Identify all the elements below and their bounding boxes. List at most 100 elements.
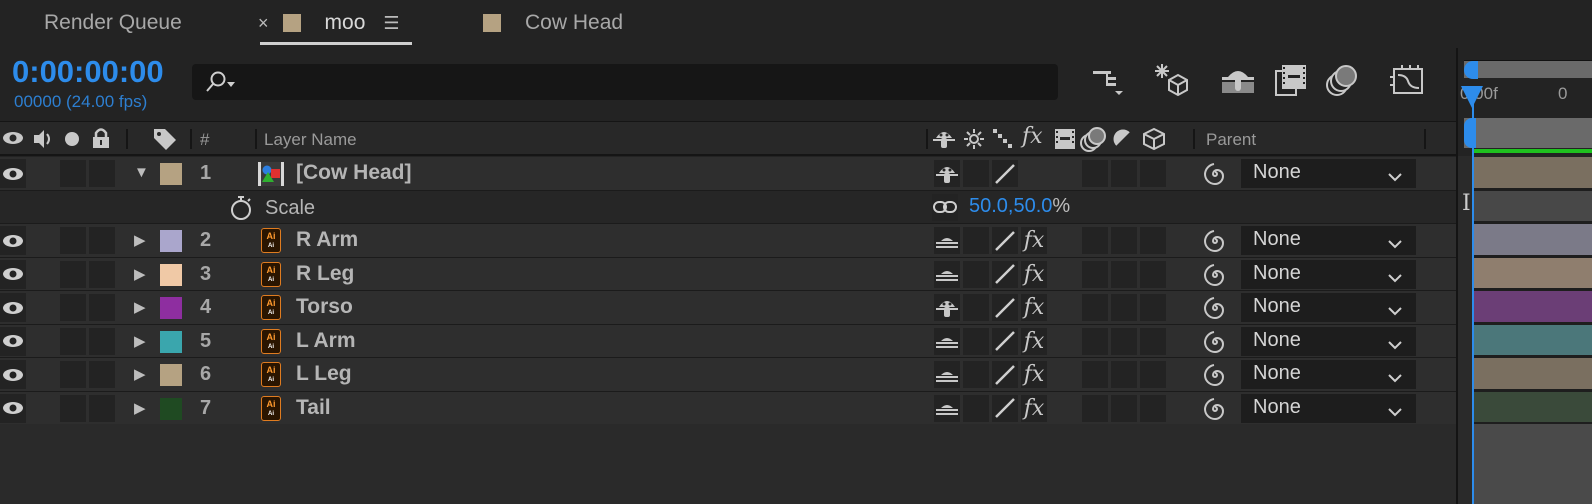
lock-switch[interactable] xyxy=(89,160,115,187)
label-color-swatch[interactable] xyxy=(160,330,182,353)
parent-dropdown[interactable]: None xyxy=(1241,293,1416,322)
layer-name[interactable]: R Arm xyxy=(296,228,358,252)
visibility-eye-icon[interactable] xyxy=(0,393,26,423)
layer-name[interactable]: L Leg xyxy=(296,362,352,386)
motion-blur-switch[interactable] xyxy=(1111,394,1137,422)
label-color-swatch[interactable] xyxy=(160,364,182,386)
adjustment-layer-icon[interactable] xyxy=(1112,128,1134,155)
quality-slash-icon[interactable] xyxy=(992,327,1018,355)
collapse-sun-icon[interactable] xyxy=(963,128,985,155)
frame-blend-switch[interactable] xyxy=(1082,160,1108,187)
layer-duration-bar[interactable] xyxy=(1474,358,1592,392)
work-area-bar[interactable] xyxy=(1464,118,1592,148)
label-color-swatch[interactable] xyxy=(160,163,182,185)
layer-name[interactable]: Tail xyxy=(296,396,331,420)
parent-pick-whip-icon[interactable] xyxy=(1202,228,1228,259)
solo-switch[interactable] xyxy=(60,394,86,422)
layer-name[interactable]: R Leg xyxy=(296,262,354,286)
empty-layer-area[interactable] xyxy=(0,424,1456,504)
column-layer-name[interactable]: Layer Name xyxy=(264,130,357,150)
effects-fx-icon[interactable]: fx xyxy=(1021,327,1047,355)
quality-slash-icon[interactable] xyxy=(992,394,1018,422)
shy-switch-icon[interactable] xyxy=(932,128,956,155)
frame-blend-switch[interactable] xyxy=(1082,394,1108,422)
time-navigator[interactable] xyxy=(1464,60,1592,79)
quality-icon[interactable] xyxy=(992,128,1014,155)
current-time-indicator-head[interactable] xyxy=(1461,86,1483,108)
layer-row[interactable]: ▶ 2 Ai Ai R Arm fx None xyxy=(0,224,1456,258)
search-input[interactable] xyxy=(192,64,1058,100)
motion-blur-switch[interactable] xyxy=(1111,227,1137,254)
timeline-empty-area[interactable] xyxy=(1474,424,1592,504)
layer-duration-bar[interactable] xyxy=(1474,224,1592,258)
layer-name[interactable]: [Cow Head] xyxy=(296,161,412,185)
graph-editor-icon[interactable] xyxy=(1388,62,1428,98)
shy-hidden-switch-icon[interactable] xyxy=(934,227,960,254)
label-color-swatch[interactable] xyxy=(160,297,182,319)
twirl-closed-icon[interactable]: ▶ xyxy=(134,231,146,249)
twirl-closed-icon[interactable]: ▶ xyxy=(134,365,146,383)
effects-fx-icon[interactable]: fx xyxy=(1021,294,1047,321)
layer-row[interactable]: ▶ 5 Ai Ai L Arm fx None xyxy=(0,324,1456,358)
layer-name[interactable]: L Arm xyxy=(296,329,356,353)
quality-slash-icon[interactable] xyxy=(992,294,1018,321)
visibility-eye-icon[interactable] xyxy=(0,326,26,356)
shy-hidden-switch-icon[interactable] xyxy=(934,260,960,288)
layer-row[interactable]: ▶ 4 Ai Ai Torso fx None xyxy=(0,291,1456,325)
label-color-swatch[interactable] xyxy=(160,397,182,420)
quality-slash-icon[interactable] xyxy=(992,260,1018,288)
layer-duration-bar[interactable] xyxy=(1474,324,1592,358)
layer-duration-bar[interactable] xyxy=(1474,157,1592,191)
visibility-eye-icon[interactable] xyxy=(0,226,26,255)
layer-row[interactable]: ▼ 1 [Cow Head] None xyxy=(0,157,1456,191)
constrain-proportions-link-icon[interactable] xyxy=(932,193,958,221)
tab-moo[interactable]: × moo ☰ xyxy=(258,0,400,46)
label-color-swatch[interactable] xyxy=(160,263,182,286)
parent-pick-whip-icon[interactable] xyxy=(1202,161,1228,192)
shy-hidden-switch-icon[interactable] xyxy=(934,327,960,355)
parent-pick-whip-icon[interactable] xyxy=(1202,262,1228,293)
parent-pick-whip-icon[interactable] xyxy=(1202,362,1228,393)
shy-hidden-switch-icon[interactable] xyxy=(934,361,960,388)
adjustment-layer-switch[interactable] xyxy=(1140,227,1166,254)
visibility-eye-icon[interactable] xyxy=(0,259,26,289)
column-parent[interactable]: Parent xyxy=(1206,130,1256,150)
parent-dropdown[interactable]: None xyxy=(1241,326,1416,356)
frame-blend-switch[interactable] xyxy=(1082,227,1108,254)
collapse-switch[interactable] xyxy=(963,327,989,355)
effects-fx-icon[interactable]: fx xyxy=(1021,260,1047,288)
solo-switch[interactable] xyxy=(60,361,86,388)
shy-switch-icon[interactable] xyxy=(934,160,960,187)
collapse-switch[interactable] xyxy=(963,394,989,422)
solo-switch[interactable] xyxy=(60,327,86,355)
frame-blend-switch[interactable] xyxy=(1082,294,1108,321)
lock-switch[interactable] xyxy=(89,361,115,388)
twirl-open-icon[interactable]: ▼ xyxy=(134,164,149,181)
tab-cow-head[interactable]: Cow Head xyxy=(483,0,623,46)
property-row-scale[interactable]: Scale 50.0,50.0% xyxy=(0,190,1456,224)
quality-slash-icon[interactable] xyxy=(992,160,1018,187)
motion-blur-switch[interactable] xyxy=(1111,160,1137,187)
layer-duration-bar[interactable] xyxy=(1474,291,1592,325)
effects-fx-icon[interactable]: fx xyxy=(1021,394,1047,422)
frame-blend-switch[interactable] xyxy=(1082,260,1108,288)
label-color-swatch[interactable] xyxy=(160,230,182,252)
frame-blend-column-icon[interactable] xyxy=(1053,128,1077,155)
frame-blend-switch[interactable] xyxy=(1082,327,1108,355)
motion-blur-switch[interactable] xyxy=(1111,260,1137,288)
motion-blur-switch[interactable] xyxy=(1111,361,1137,388)
collapse-switch[interactable] xyxy=(963,227,989,254)
motion-blur-column-icon[interactable] xyxy=(1080,126,1108,157)
lock-switch[interactable] xyxy=(89,327,115,355)
current-time-indicator-line[interactable] xyxy=(1472,98,1474,504)
tab-render-queue[interactable]: Render Queue xyxy=(44,0,182,46)
shy-layers-icon[interactable] xyxy=(1218,62,1258,98)
solo-switch[interactable] xyxy=(60,260,86,288)
work-area-start-handle[interactable] xyxy=(1464,118,1476,148)
visibility-eye-icon[interactable] xyxy=(0,293,26,322)
scale-value-number[interactable]: 50.0,50.0 xyxy=(969,195,1052,217)
column-number[interactable]: # xyxy=(200,130,209,150)
shy-switch-icon[interactable] xyxy=(934,294,960,321)
parent-dropdown[interactable]: None xyxy=(1241,360,1416,389)
twirl-closed-icon[interactable]: ▶ xyxy=(134,332,146,350)
